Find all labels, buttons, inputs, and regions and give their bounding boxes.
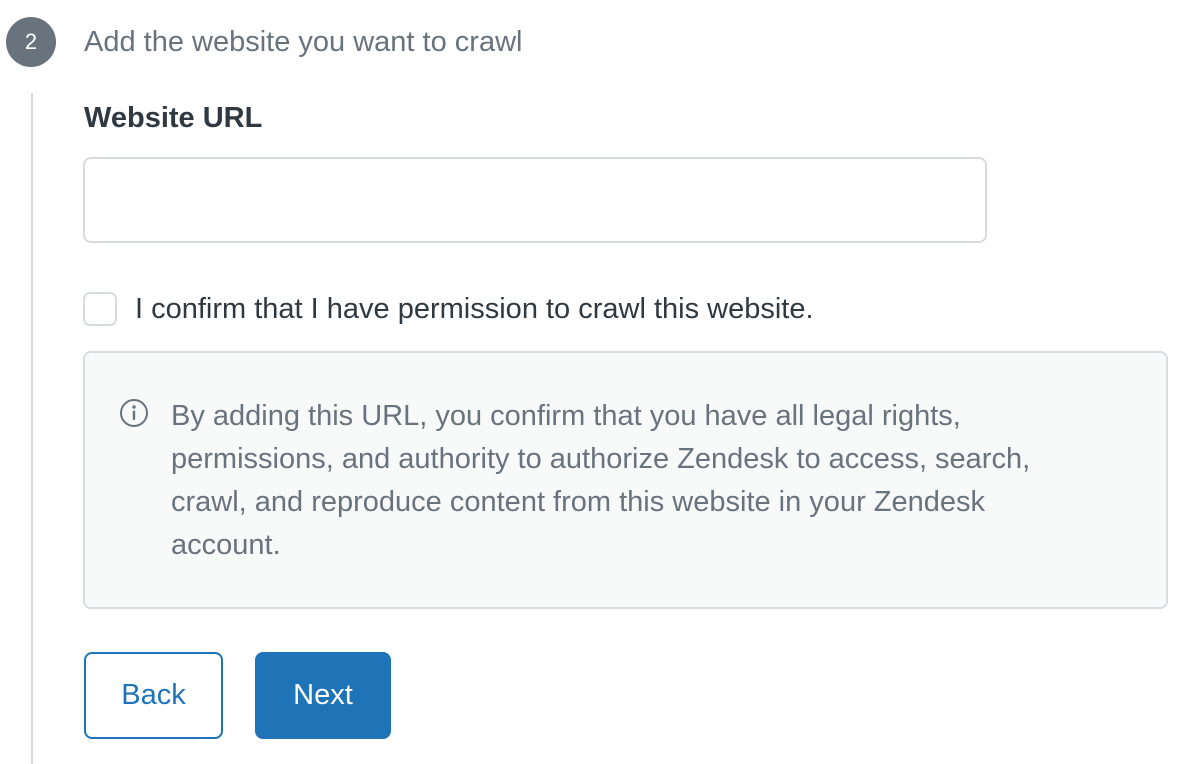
step-number-badge: 2 <box>6 17 56 67</box>
step-connector-line <box>31 93 33 764</box>
permission-checkbox-label[interactable]: I confirm that I have permission to craw… <box>135 293 814 326</box>
website-url-input[interactable] <box>83 157 987 243</box>
website-url-label: Website URL <box>84 102 263 134</box>
back-button[interactable]: Back <box>84 652 223 739</box>
legal-notice-text: By adding this URL, you confirm that you… <box>171 400 1031 561</box>
legal-notice: By adding this URL, you confirm that you… <box>83 351 1168 609</box>
permission-checkbox[interactable] <box>83 292 117 326</box>
permission-checkbox-row[interactable]: I confirm that I have permission to craw… <box>83 289 814 329</box>
step-title: Add the website you want to crawl <box>84 26 523 58</box>
step-number: 2 <box>24 29 38 54</box>
next-button[interactable]: Next <box>255 652 391 739</box>
info-icon <box>120 399 148 427</box>
